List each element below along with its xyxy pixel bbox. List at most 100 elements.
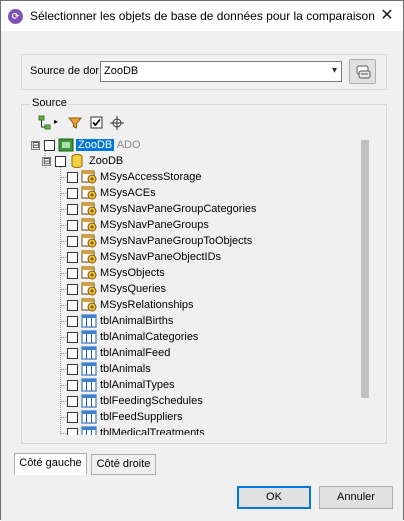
item-label: MSysObjects xyxy=(100,267,165,279)
item-label: tblFeedSuppliers xyxy=(100,411,183,423)
table-icon xyxy=(81,362,97,376)
tree-item-row[interactable]: MSysNavPaneGroupCategories xyxy=(29,201,369,217)
item-label: tblAnimalTypes xyxy=(100,379,175,391)
connection-button[interactable] xyxy=(349,59,376,84)
tree-item-row[interactable]: tblFeedSuppliers xyxy=(29,409,369,425)
tree-item-row[interactable]: tblAnimalTypes xyxy=(29,377,369,393)
item-checkbox[interactable] xyxy=(67,172,78,183)
tree-item-row[interactable]: MSysObjects xyxy=(29,265,369,281)
system-table-icon xyxy=(81,266,97,280)
compare-dialog: ⟳ Sélectionner les objets de base de don… xyxy=(0,0,404,521)
database-connection-icon xyxy=(356,65,371,79)
table-icon xyxy=(81,410,97,424)
item-checkbox[interactable] xyxy=(67,188,78,199)
app-icon: ⟳ xyxy=(8,9,23,24)
cancel-button[interactable]: Annuler xyxy=(319,486,393,509)
item-checkbox[interactable] xyxy=(67,316,78,327)
item-label: tblAnimalBirths xyxy=(100,315,174,327)
tree-item-row[interactable]: tblMedicalTreatments xyxy=(29,425,369,435)
system-table-icon xyxy=(81,170,97,184)
item-checkbox[interactable] xyxy=(67,412,78,423)
system-table-icon xyxy=(81,218,97,232)
filter-icon[interactable] xyxy=(67,115,83,131)
system-table-icon xyxy=(81,234,97,248)
root-checkbox[interactable] xyxy=(44,140,55,151)
system-table-icon xyxy=(81,298,97,312)
table-icon xyxy=(81,426,97,435)
item-checkbox[interactable] xyxy=(67,268,78,279)
collapse-icon[interactable]: ⊟ xyxy=(31,141,40,150)
item-label: MSysNavPaneGroupCategories xyxy=(100,203,257,215)
table-icon xyxy=(81,330,97,344)
system-table-icon xyxy=(81,186,97,200)
tree-item-row[interactable]: MSysRelationships xyxy=(29,297,369,313)
tree-item-row[interactable]: MSysAccessStorage xyxy=(29,169,369,185)
close-button[interactable]: ✕ xyxy=(371,1,403,31)
tab-left-side[interactable]: Côté gauche xyxy=(14,453,87,475)
tab-right-side[interactable]: Côté droite xyxy=(91,454,156,475)
tree-item-row[interactable]: tblFeedingSchedules xyxy=(29,393,369,409)
data-source-icon xyxy=(58,138,74,152)
tree-item-row[interactable]: MSysNavPaneGroups xyxy=(29,217,369,233)
item-checkbox[interactable] xyxy=(67,364,78,375)
item-checkbox[interactable] xyxy=(67,300,78,311)
chevron-down-icon: ▾ xyxy=(331,65,337,76)
system-table-icon xyxy=(81,282,97,296)
item-label: MSysNavPaneGroupToObjects xyxy=(100,235,253,247)
item-checkbox[interactable] xyxy=(67,348,78,359)
tree-item-row[interactable]: tblAnimals xyxy=(29,361,369,377)
db-checkbox[interactable] xyxy=(55,156,66,167)
dropdown-arrow-icon[interactable]: ▸ xyxy=(54,117,58,126)
item-checkbox[interactable] xyxy=(67,284,78,295)
database-icon xyxy=(71,154,83,168)
item-label: tblFeedingSchedules xyxy=(100,395,203,407)
collapse-icon[interactable]: ⊟ xyxy=(42,157,51,166)
source-combo-value: ZooDB xyxy=(104,65,139,77)
item-label: tblAnimalFeed xyxy=(100,347,171,359)
window-title: Sélectionner les objets de base de donné… xyxy=(30,9,375,23)
item-label: MSysNavPaneGroups xyxy=(100,219,209,231)
table-icon xyxy=(81,314,97,328)
item-checkbox[interactable] xyxy=(67,220,78,231)
item-checkbox[interactable] xyxy=(67,332,78,343)
scrollbar-thumb[interactable] xyxy=(361,140,369,398)
ok-button[interactable]: OK xyxy=(237,486,311,509)
table-icon xyxy=(81,378,97,392)
item-label: MSysRelationships xyxy=(100,299,194,311)
item-label: tblAnimals xyxy=(100,363,151,375)
item-label: MSysACEs xyxy=(100,187,156,199)
tree-root-row[interactable]: ⊟ ZooDB ADO xyxy=(29,137,369,153)
item-checkbox[interactable] xyxy=(67,396,78,407)
tree-item-row[interactable]: tblAnimalBirths xyxy=(29,313,369,329)
table-icon xyxy=(81,394,97,408)
item-label: tblAnimalCategories xyxy=(100,331,199,343)
item-checkbox[interactable] xyxy=(67,204,78,215)
item-checkbox[interactable] xyxy=(67,236,78,247)
tree-item-row[interactable]: MSysNavPaneObjectIDs xyxy=(29,249,369,265)
table-icon xyxy=(81,346,97,360)
item-checkbox[interactable] xyxy=(67,252,78,263)
item-checkbox[interactable] xyxy=(67,428,78,435)
hierarchy-icon[interactable] xyxy=(37,115,53,131)
check-all-icon[interactable] xyxy=(89,115,105,131)
tree-item-row[interactable]: MSysACEs xyxy=(29,185,369,201)
item-label: MSysAccessStorage xyxy=(100,171,202,183)
item-label: MSysNavPaneObjectIDs xyxy=(100,251,222,263)
system-table-icon xyxy=(81,202,97,216)
tree-item-row[interactable]: tblAnimalFeed xyxy=(29,345,369,361)
item-checkbox[interactable] xyxy=(67,380,78,391)
tree-db-row[interactable]: ⊟ ZooDB xyxy=(29,153,369,169)
title-bar: ⟳ Sélectionner les objets de base de don… xyxy=(1,1,403,31)
tree-item-row[interactable]: MSysQueries xyxy=(29,281,369,297)
object-tree[interactable]: ⊟ ZooDB ADO ⊟ ZooDB MSysAccessStorage MSy… xyxy=(29,136,373,435)
root-label: ZooDB xyxy=(76,139,115,151)
tree-item-row[interactable]: tblAnimalCategories xyxy=(29,329,369,345)
root-suffix: ADO xyxy=(116,139,141,151)
crosshair-icon[interactable] xyxy=(109,115,125,131)
source-combo[interactable]: ZooDB ▾ xyxy=(100,61,342,82)
tree-item-row[interactable]: MSysNavPaneGroupToObjects xyxy=(29,233,369,249)
item-label: MSysQueries xyxy=(100,283,167,295)
db-label: ZooDB xyxy=(89,155,124,167)
source-label: Source de dor xyxy=(30,65,100,77)
tree-scrollbar[interactable] xyxy=(358,136,372,435)
